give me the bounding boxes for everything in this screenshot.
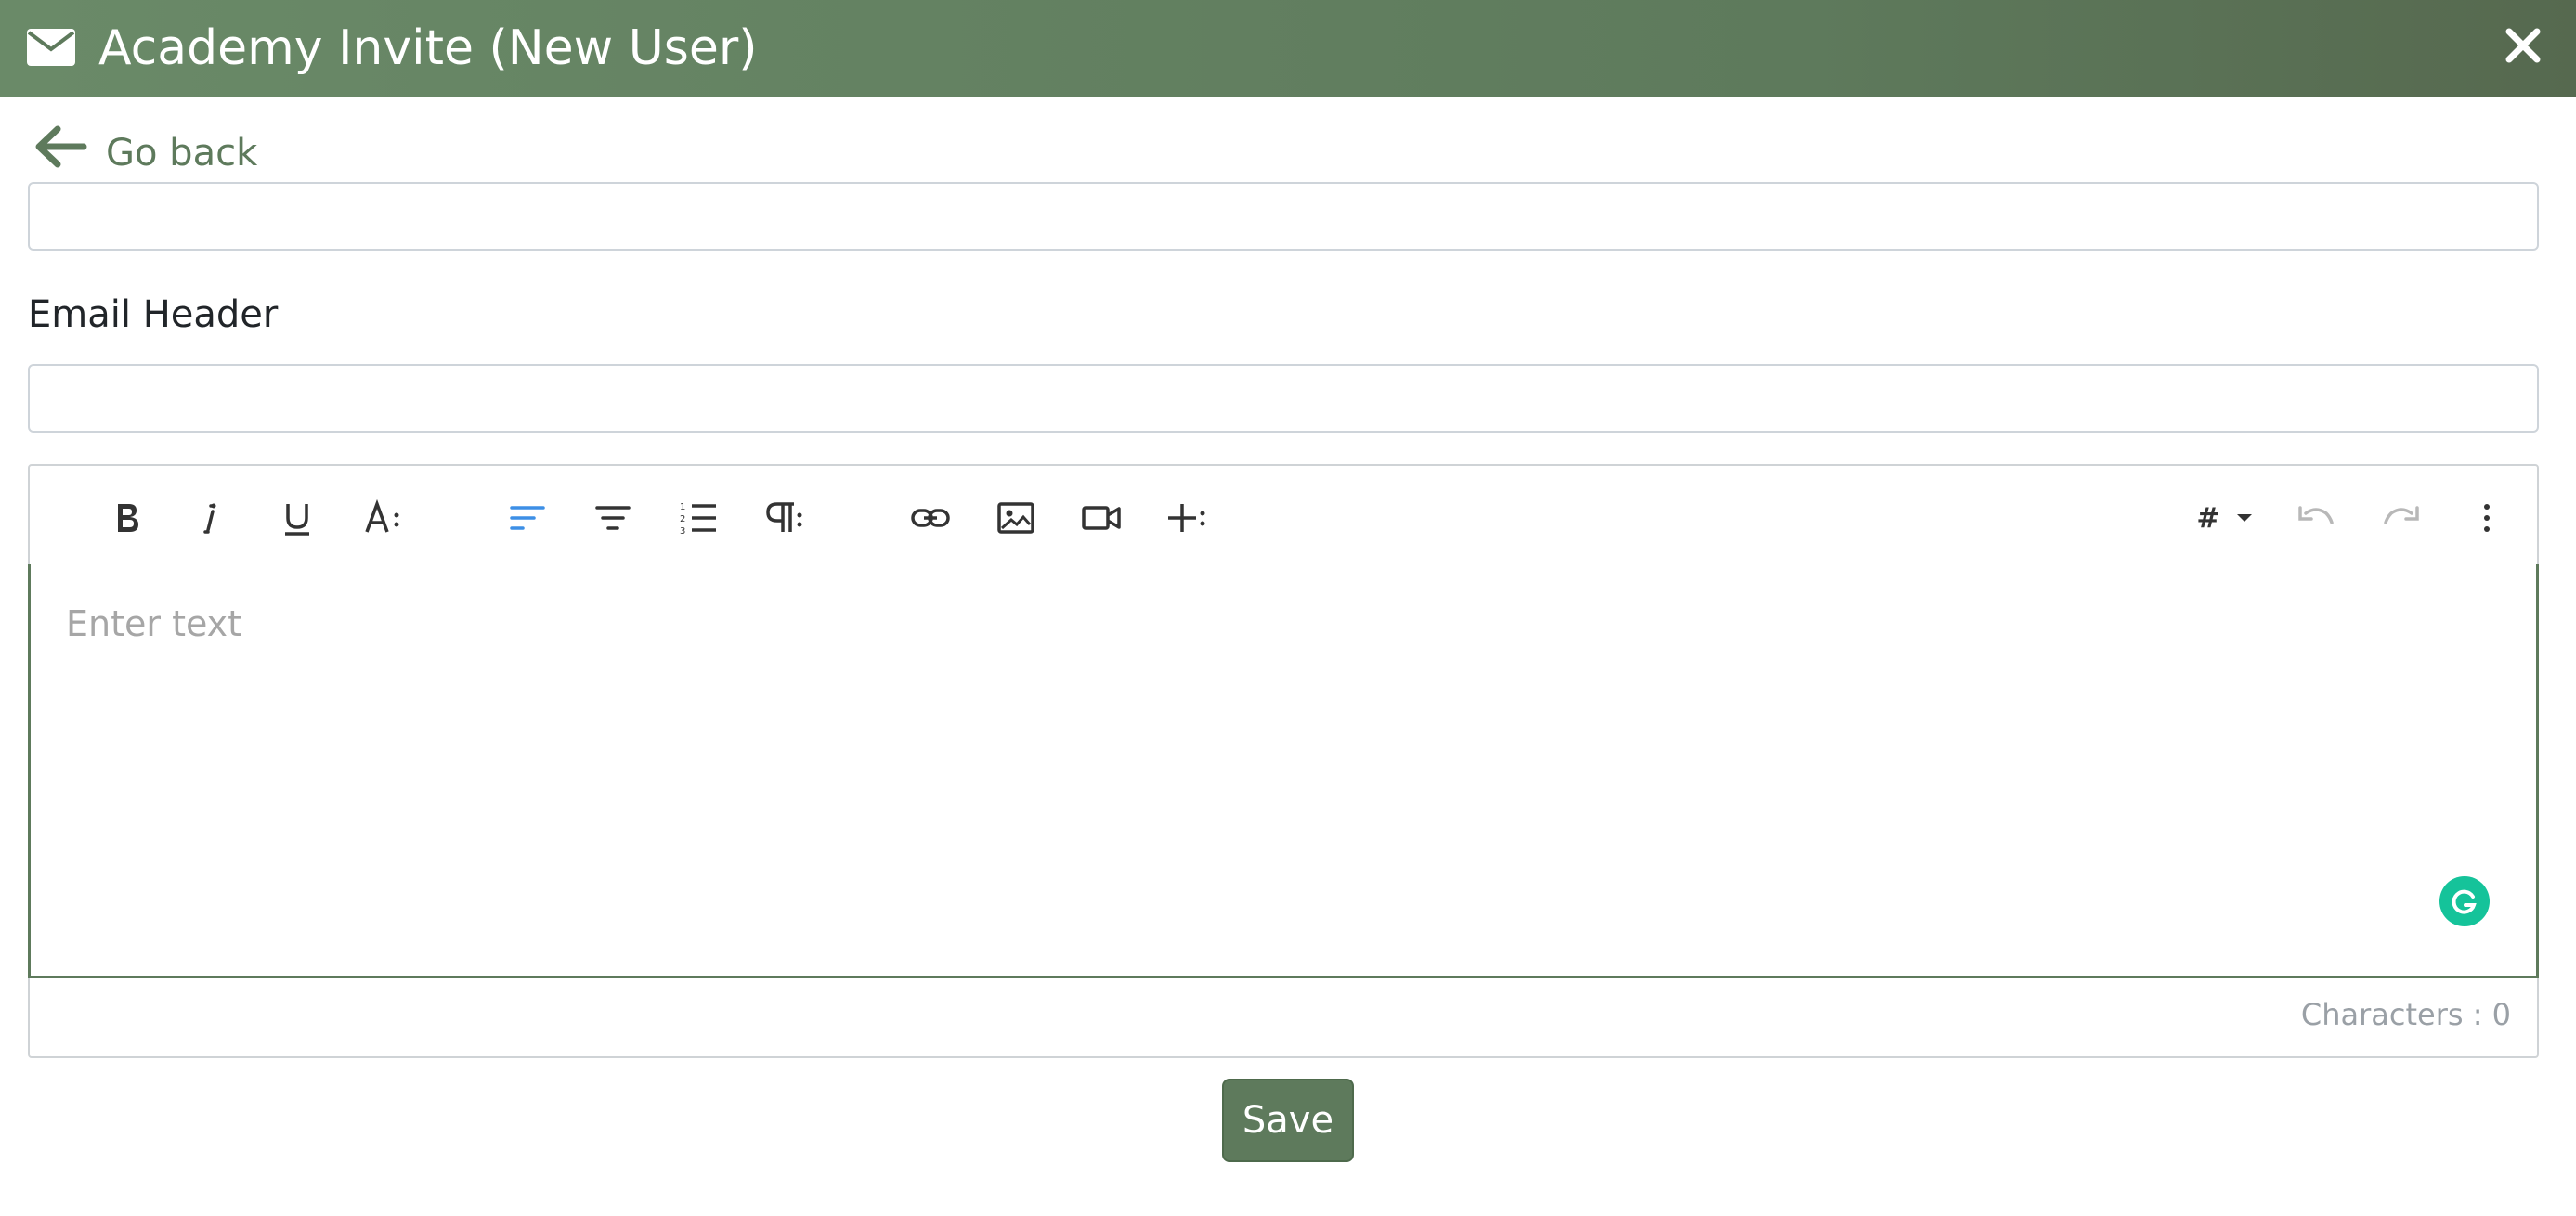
editor-placeholder: Enter text bbox=[66, 603, 242, 644]
hashtag-label: # bbox=[2196, 501, 2220, 535]
italic-button[interactable] bbox=[182, 488, 241, 548]
character-count: Characters : 0 bbox=[2300, 997, 2511, 1032]
undo-icon bbox=[2298, 506, 2334, 524]
email-header-input[interactable] bbox=[28, 364, 2539, 433]
arrow-left-icon bbox=[35, 125, 87, 168]
hashtag-dropdown-button[interactable]: # bbox=[2184, 488, 2268, 548]
align-left-icon bbox=[510, 506, 545, 530]
image-icon bbox=[997, 502, 1034, 534]
modal-header: Academy Invite (New User) bbox=[0, 0, 2576, 97]
link-icon bbox=[911, 509, 950, 527]
insert-image-button[interactable] bbox=[986, 488, 1046, 548]
caret-down-icon bbox=[2236, 514, 2252, 522]
underline-icon bbox=[285, 504, 309, 536]
insert-video-button[interactable] bbox=[1072, 488, 1131, 548]
svg-text:2: 2 bbox=[680, 514, 685, 524]
vertical-dots-icon bbox=[2484, 504, 2490, 532]
text-style-button[interactable] bbox=[353, 488, 412, 548]
rich-text-editor: 1 2 3 # Enter text Characters: 0 bbox=[28, 464, 2539, 1058]
ordered-list-button[interactable]: 1 2 3 bbox=[669, 488, 728, 548]
modal-title: Academy Invite (New User) bbox=[98, 20, 758, 76]
more-options-button[interactable] bbox=[2457, 488, 2517, 548]
email-header-label: Email Header bbox=[28, 293, 279, 336]
video-camera-icon bbox=[1082, 506, 1121, 530]
undo-button[interactable] bbox=[2286, 488, 2346, 548]
save-button[interactable]: Save bbox=[1222, 1079, 1354, 1162]
svg-text:1: 1 bbox=[680, 502, 685, 512]
go-back-link[interactable]: Go back bbox=[33, 119, 257, 175]
bold-icon bbox=[118, 504, 138, 532]
plus-more-icon bbox=[1168, 504, 1205, 532]
redo-button[interactable] bbox=[2372, 488, 2431, 548]
svg-text:3: 3 bbox=[680, 526, 685, 537]
font-size-icon bbox=[365, 498, 399, 533]
pilcrow-icon bbox=[766, 502, 802, 532]
align-center-button[interactable] bbox=[583, 488, 643, 548]
grammarly-button[interactable] bbox=[2439, 876, 2490, 926]
redo-icon bbox=[2384, 506, 2419, 524]
insert-more-button[interactable] bbox=[1157, 488, 1216, 548]
editor-toolbar: 1 2 3 # bbox=[48, 466, 2522, 566]
ordered-list-icon: 1 2 3 bbox=[680, 502, 716, 537]
editor-content-area[interactable]: Enter text bbox=[28, 564, 2539, 978]
filter-align-icon bbox=[595, 506, 631, 530]
envelope-icon bbox=[27, 29, 75, 66]
bold-button[interactable] bbox=[97, 488, 156, 548]
go-back-label: Go back bbox=[106, 132, 258, 175]
insert-link-button[interactable] bbox=[901, 488, 960, 548]
close-icon[interactable] bbox=[2500, 22, 2546, 69]
underline-button[interactable] bbox=[267, 488, 327, 548]
grammarly-icon bbox=[2452, 889, 2477, 914]
subject-input[interactable] bbox=[28, 182, 2539, 251]
italic-icon bbox=[203, 503, 216, 534]
align-left-button[interactable] bbox=[498, 488, 557, 548]
paragraph-format-button[interactable] bbox=[754, 488, 813, 548]
